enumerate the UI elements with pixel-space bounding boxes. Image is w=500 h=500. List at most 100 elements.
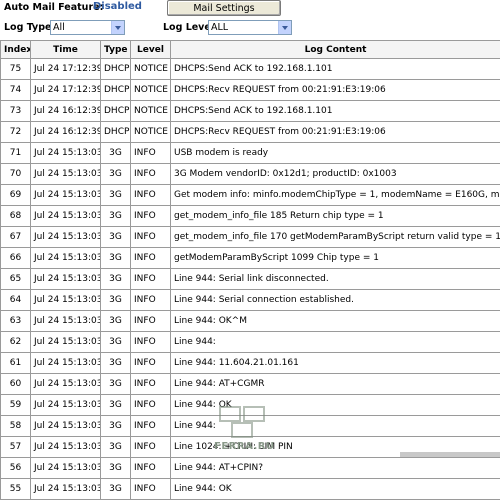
cell-level: INFO bbox=[131, 437, 171, 458]
cell-time: Jul 24 15:13:03 bbox=[31, 206, 101, 227]
cell-type: 3G bbox=[101, 458, 131, 479]
cell-level: INFO bbox=[131, 416, 171, 437]
cell-level: INFO bbox=[131, 227, 171, 248]
cell-log-content: Get modem info: minfo.modemChipType = 1,… bbox=[171, 185, 500, 206]
auto-mail-status: Disabled bbox=[93, 1, 142, 12]
cell-time: Jul 24 15:13:03 bbox=[31, 374, 101, 395]
cell-level: INFO bbox=[131, 164, 171, 185]
table-row: 63Jul 24 15:13:033GINFOLine 944: OK^M bbox=[1, 311, 500, 332]
auto-mail-label: Auto Mail Feature: bbox=[4, 2, 103, 13]
cell-type: 3G bbox=[101, 395, 131, 416]
cell-index: 60 bbox=[1, 374, 31, 395]
chevron-down-icon[interactable] bbox=[278, 21, 291, 34]
table-row: 67Jul 24 15:13:033GINFOget_modem_info_fi… bbox=[1, 227, 500, 248]
cell-log-content: 3G Modem vendorID: 0x12d1; productID: 0x… bbox=[171, 164, 500, 185]
cell-log-content: Line 944: AT+CPIN? bbox=[171, 458, 500, 479]
table-row: 72Jul 24 16:12:39DHCPNOTICEDHCPS:Recv RE… bbox=[1, 122, 500, 143]
cell-level: INFO bbox=[131, 143, 171, 164]
cell-index: 62 bbox=[1, 332, 31, 353]
cell-type: 3G bbox=[101, 290, 131, 311]
cell-index: 56 bbox=[1, 458, 31, 479]
cell-index: 70 bbox=[1, 164, 31, 185]
cell-type: 3G bbox=[101, 416, 131, 437]
cell-type: 3G bbox=[101, 164, 131, 185]
cell-log-content: Line 944: Serial link disconnected. bbox=[171, 269, 500, 290]
table-header-row: Index Time Type Level Log Content bbox=[1, 41, 500, 59]
cell-type: 3G bbox=[101, 353, 131, 374]
cell-type: 3G bbox=[101, 227, 131, 248]
cell-time: Jul 24 15:13:03 bbox=[31, 164, 101, 185]
ferra-logo-icon bbox=[214, 405, 276, 441]
cell-index: 69 bbox=[1, 185, 31, 206]
cell-type: DHCP bbox=[101, 59, 131, 80]
table-row: 70Jul 24 15:13:033GINFO3G Modem vendorID… bbox=[1, 164, 500, 185]
cell-log-content: Line 944: bbox=[171, 332, 500, 353]
cell-index: 65 bbox=[1, 269, 31, 290]
table-row: 64Jul 24 15:13:033GINFOLine 944: Serial … bbox=[1, 290, 500, 311]
cell-index: 68 bbox=[1, 206, 31, 227]
horizontal-scrollbar[interactable] bbox=[400, 452, 500, 457]
cell-index: 73 bbox=[1, 101, 31, 122]
table-row: 61Jul 24 15:13:033GINFOLine 944: 11.604.… bbox=[1, 353, 500, 374]
cell-time: Jul 24 15:13:03 bbox=[31, 458, 101, 479]
cell-type: 3G bbox=[101, 479, 131, 500]
log-type-value: All bbox=[53, 22, 65, 33]
table-row: 55Jul 24 15:13:033GINFOLine 944: OK bbox=[1, 479, 500, 500]
cell-log-content: Line 944: AT+CGMR bbox=[171, 374, 500, 395]
cell-log-content: get_modem_info_file 170 getModemParamByS… bbox=[171, 227, 500, 248]
log-level-select[interactable]: ALL bbox=[208, 20, 292, 35]
cell-time: Jul 24 15:13:03 bbox=[31, 269, 101, 290]
cell-type: DHCP bbox=[101, 101, 131, 122]
cell-type: 3G bbox=[101, 374, 131, 395]
cell-level: INFO bbox=[131, 353, 171, 374]
cell-level: NOTICE bbox=[131, 122, 171, 143]
cell-index: 64 bbox=[1, 290, 31, 311]
cell-log-content: DHCPS:Send ACK to 192.168.1.101 bbox=[171, 101, 500, 122]
cell-index: 58 bbox=[1, 416, 31, 437]
cell-level: INFO bbox=[131, 269, 171, 290]
cell-index: 57 bbox=[1, 437, 31, 458]
cell-index: 63 bbox=[1, 311, 31, 332]
cell-log-content: DHCPS:Recv REQUEST from 00:21:91:E3:19:0… bbox=[171, 122, 500, 143]
cell-index: 66 bbox=[1, 248, 31, 269]
mail-settings-button[interactable]: Mail Settings bbox=[167, 0, 281, 16]
chevron-down-icon[interactable] bbox=[111, 21, 124, 34]
column-header-log-content: Log Content bbox=[171, 41, 500, 59]
table-row: 68Jul 24 15:13:033GINFOget_modem_info_fi… bbox=[1, 206, 500, 227]
cell-log-content: getModemParamByScript 1099 Chip type = 1 bbox=[171, 248, 500, 269]
column-header-index: Index bbox=[1, 41, 31, 59]
column-header-time: Time bbox=[31, 41, 101, 59]
cell-level: NOTICE bbox=[131, 59, 171, 80]
cell-time: Jul 24 15:13:03 bbox=[31, 248, 101, 269]
cell-time: Jul 24 15:13:03 bbox=[31, 437, 101, 458]
table-row: 60Jul 24 15:13:033GINFOLine 944: AT+CGMR bbox=[1, 374, 500, 395]
cell-time: Jul 24 15:13:03 bbox=[31, 311, 101, 332]
cell-time: Jul 24 17:12:39 bbox=[31, 80, 101, 101]
cell-type: 3G bbox=[101, 437, 131, 458]
cell-type: 3G bbox=[101, 143, 131, 164]
cell-index: 74 bbox=[1, 80, 31, 101]
log-type-label: Log Type: bbox=[4, 22, 55, 33]
cell-log-content: DHCPS:Recv REQUEST from 00:21:91:E3:19:0… bbox=[171, 80, 500, 101]
column-header-type: Type bbox=[101, 41, 131, 59]
cell-log-content: Line 944: OK bbox=[171, 479, 500, 500]
cell-level: INFO bbox=[131, 395, 171, 416]
cell-type: DHCP bbox=[101, 80, 131, 101]
cell-level: INFO bbox=[131, 374, 171, 395]
cell-type: DHCP bbox=[101, 122, 131, 143]
table-row: 74Jul 24 17:12:39DHCPNOTICEDHCPS:Recv RE… bbox=[1, 80, 500, 101]
table-row: 62Jul 24 15:13:033GINFOLine 944: bbox=[1, 332, 500, 353]
cell-time: Jul 24 15:13:03 bbox=[31, 290, 101, 311]
cell-time: Jul 24 17:12:39 bbox=[31, 59, 101, 80]
cell-type: 3G bbox=[101, 185, 131, 206]
cell-level: INFO bbox=[131, 332, 171, 353]
cell-time: Jul 24 15:13:03 bbox=[31, 416, 101, 437]
cell-time: Jul 24 15:13:03 bbox=[31, 479, 101, 500]
log-type-select[interactable]: All bbox=[50, 20, 125, 35]
cell-time: Jul 24 15:13:03 bbox=[31, 353, 101, 374]
table-row: 71Jul 24 15:13:033GINFOUSB modem is read… bbox=[1, 143, 500, 164]
cell-index: 72 bbox=[1, 122, 31, 143]
cell-type: 3G bbox=[101, 332, 131, 353]
cell-type: 3G bbox=[101, 269, 131, 290]
table-row: 75Jul 24 17:12:39DHCPNOTICEDHCPS:Send AC… bbox=[1, 59, 500, 80]
